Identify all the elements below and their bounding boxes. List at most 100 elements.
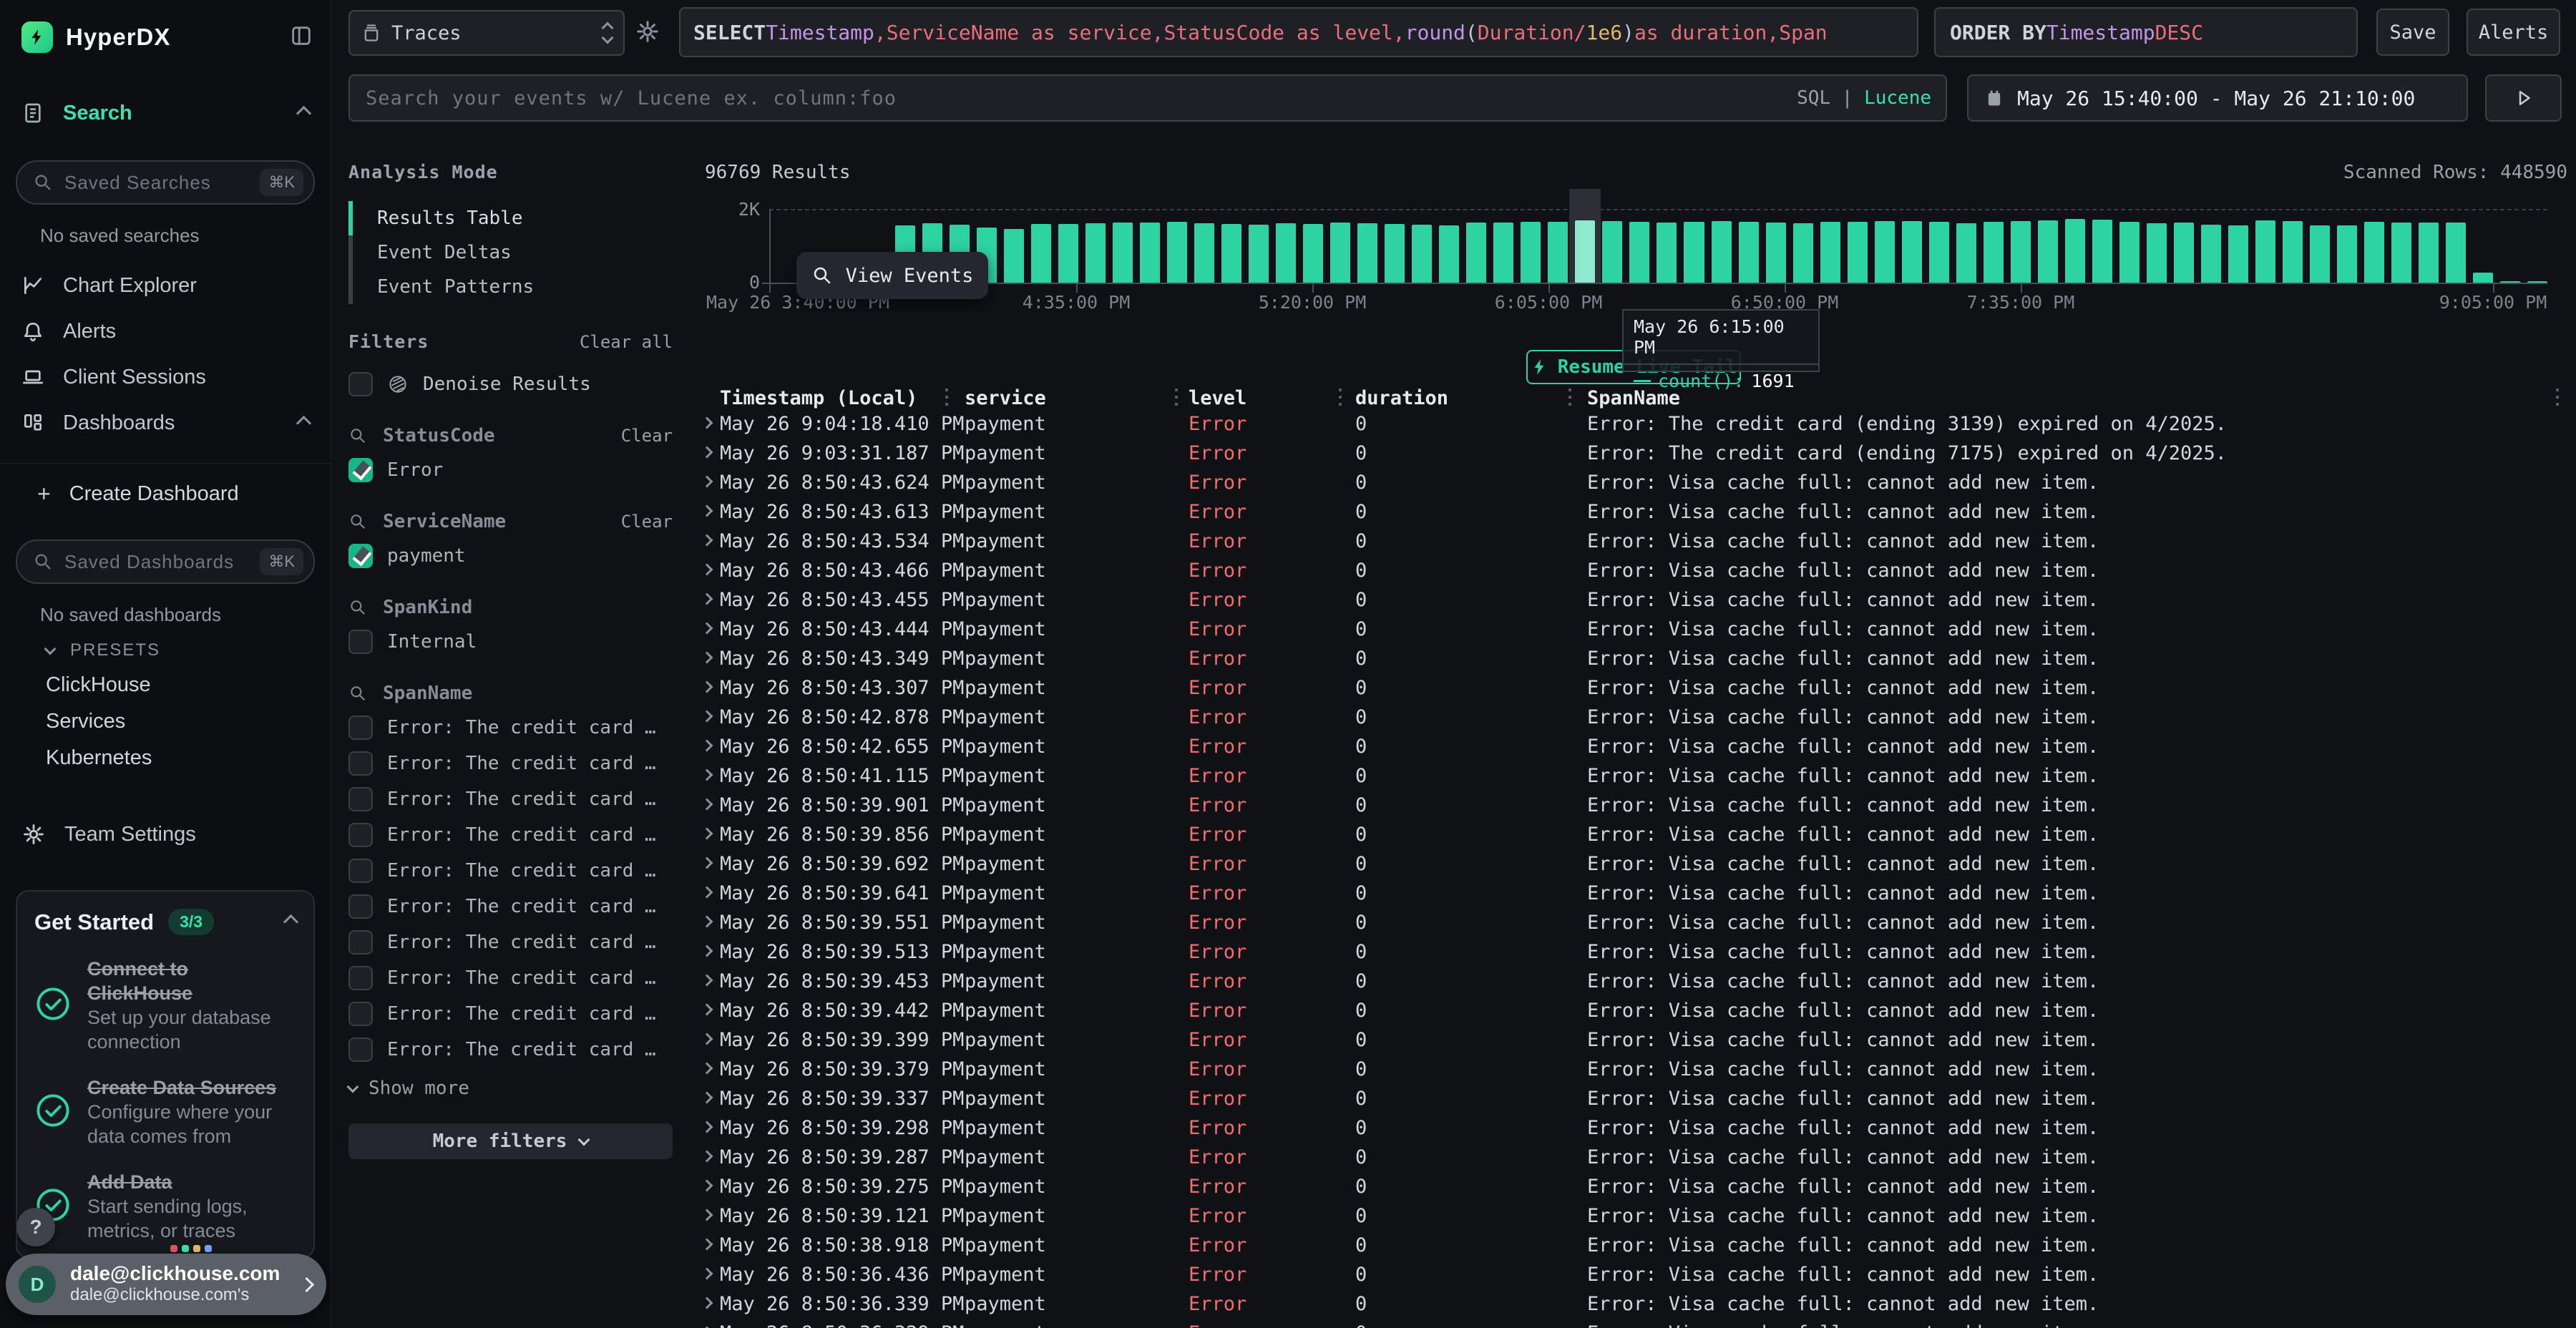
column-resize-handle[interactable] — [2556, 389, 2559, 409]
table-row[interactable]: May 26 9:03:31.187 PMpaymentError0Error:… — [694, 439, 2576, 469]
chart-bar[interactable] — [2391, 223, 2411, 283]
chart-bar[interactable] — [2038, 220, 2058, 283]
chart-bar[interactable] — [1820, 222, 1840, 283]
table-row[interactable]: May 26 8:50:39.121 PMpaymentError0Error:… — [694, 1202, 2576, 1231]
analysis-mode-event-deltas[interactable]: Event Deltas — [348, 235, 673, 270]
row-expand-chevron-icon[interactable] — [701, 740, 713, 752]
row-expand-chevron-icon[interactable] — [701, 769, 713, 781]
row-expand-chevron-icon[interactable] — [701, 593, 713, 605]
filter-item[interactable]: Error: The credit card … — [348, 751, 673, 776]
filter-clear-button[interactable]: Clear — [621, 512, 673, 532]
row-expand-chevron-icon[interactable] — [701, 711, 713, 723]
filter-item[interactable]: Error: The credit card … — [348, 716, 673, 740]
user-menu[interactable]: D dale@clickhouse.com dale@clickhouse.co… — [6, 1254, 326, 1315]
row-expand-chevron-icon[interactable] — [701, 652, 713, 664]
table-row[interactable]: May 26 8:50:43.534 PMpaymentError0Error:… — [694, 527, 2576, 557]
row-expand-chevron-icon[interactable] — [701, 1151, 713, 1163]
filter-item[interactable]: Error — [348, 458, 673, 482]
table-row[interactable]: May 26 8:50:39.641 PMpaymentError0Error:… — [694, 879, 2576, 909]
sidebar-item-search[interactable]: Search — [0, 90, 331, 136]
column-resize-handle[interactable] — [1339, 389, 1342, 409]
table-row[interactable]: May 26 8:50:39.453 PMpaymentError0Error:… — [694, 967, 2576, 997]
row-expand-chevron-icon[interactable] — [701, 1004, 713, 1016]
chart-bar[interactable] — [1466, 223, 1486, 283]
checkbox-checked[interactable] — [348, 458, 373, 482]
filter-item[interactable]: Error: The credit card … — [348, 894, 673, 919]
row-expand-chevron-icon[interactable] — [701, 887, 713, 899]
checkbox[interactable] — [348, 894, 373, 919]
column-header-level[interactable]: level — [1189, 387, 1246, 409]
chart-bar[interactable] — [2228, 225, 2248, 283]
chart-bar[interactable] — [1902, 221, 1922, 283]
row-expand-chevron-icon[interactable] — [701, 916, 713, 928]
row-expand-chevron-icon[interactable] — [701, 534, 713, 547]
table-row[interactable]: May 26 8:50:42.655 PMpaymentError0Error:… — [694, 733, 2576, 762]
chart-bar[interactable] — [1793, 223, 1813, 283]
clear-all-button[interactable]: Clear all — [580, 332, 673, 352]
chart-bar[interactable] — [2446, 223, 2466, 283]
table-row[interactable]: May 26 8:50:39.379 PMpaymentError0Error:… — [694, 1055, 2576, 1085]
analysis-mode-event-patterns[interactable]: Event Patterns — [348, 270, 673, 304]
table-row[interactable]: May 26 8:50:39.513 PMpaymentError0Error:… — [694, 938, 2576, 967]
table-row[interactable]: May 26 8:50:38.918 PMpaymentError0Error:… — [694, 1231, 2576, 1261]
preset-dashboard-clickhouse[interactable]: ClickHouse — [46, 673, 331, 697]
chart-bar[interactable] — [1167, 222, 1187, 283]
saved-searches-input[interactable]: Saved Searches ⌘K — [16, 160, 315, 205]
sidebar-item-dashboards[interactable]: Dashboards — [0, 400, 331, 446]
table-row[interactable]: May 26 8:50:39.692 PMpaymentError0Error:… — [694, 850, 2576, 879]
table-row[interactable]: May 26 8:50:36.339 PMpaymentError0Error:… — [694, 1290, 2576, 1319]
source-settings-gear-icon[interactable] — [635, 19, 660, 47]
chart-bar[interactable] — [1956, 223, 1976, 283]
alerts-button[interactable]: Alerts — [2467, 9, 2560, 56]
chart-bar[interactable] — [2283, 221, 2303, 283]
row-expand-chevron-icon[interactable] — [701, 446, 713, 459]
checkbox[interactable] — [348, 859, 373, 883]
row-expand-chevron-icon[interactable] — [701, 681, 713, 693]
checkbox[interactable] — [348, 966, 373, 990]
chart-bar[interactable] — [2419, 223, 2439, 283]
table-row[interactable]: May 26 9:04:18.410 PMpaymentError0Error:… — [694, 410, 2576, 439]
row-expand-chevron-icon[interactable] — [701, 828, 713, 840]
table-row[interactable]: May 26 8:50:39.551 PMpaymentError0Error:… — [694, 909, 2576, 938]
show-more-button[interactable]: Show more — [348, 1078, 673, 1099]
table-row[interactable]: May 26 8:50:41.115 PMpaymentError0Error:… — [694, 762, 2576, 791]
row-expand-chevron-icon[interactable] — [701, 1121, 713, 1133]
table-row[interactable]: May 26 8:50:43.466 PMpaymentError0Error:… — [694, 557, 2576, 586]
collapse-sidebar-icon[interactable] — [289, 24, 313, 52]
column-header-duration[interactable]: duration — [1355, 387, 1448, 409]
chart-bar[interactable] — [2364, 222, 2384, 283]
chart-bar[interactable] — [1085, 223, 1106, 283]
filter-item[interactable]: Error: The credit card … — [348, 1002, 673, 1026]
chart-bar[interactable] — [1330, 223, 1350, 283]
sidebar-item-chart-explorer[interactable]: Chart Explorer — [0, 263, 331, 308]
checkbox[interactable] — [348, 930, 373, 954]
chart-bar[interactable] — [1303, 224, 1323, 283]
query-language-toggle[interactable]: SQL | Lucene — [1797, 87, 1931, 109]
row-expand-chevron-icon[interactable] — [701, 857, 713, 869]
results-histogram[interactable] — [841, 202, 2547, 283]
sidebar-item-alerts[interactable]: Alerts — [0, 308, 331, 354]
analysis-mode-results-table[interactable]: Results Table — [348, 201, 673, 235]
create-dashboard-button[interactable]: + Create Dashboard — [0, 472, 331, 515]
chart-bar[interactable] — [1113, 223, 1133, 283]
checkbox-checked[interactable] — [348, 544, 373, 568]
table-row[interactable]: May 26 8:50:39.298 PMpaymentError0Error:… — [694, 1114, 2576, 1143]
row-expand-chevron-icon[interactable] — [701, 1063, 713, 1075]
column-header-service[interactable]: service — [965, 387, 1046, 409]
row-expand-chevron-icon[interactable] — [701, 1180, 713, 1192]
row-expand-chevron-icon[interactable] — [701, 1297, 713, 1309]
checkbox[interactable] — [348, 372, 373, 396]
sidebar-item-team-settings[interactable]: Team Settings — [0, 811, 331, 857]
row-expand-chevron-icon[interactable] — [701, 1209, 713, 1221]
row-expand-chevron-icon[interactable] — [701, 476, 713, 488]
chart-bar[interactable] — [1031, 224, 1051, 283]
chart-bar[interactable] — [1493, 223, 1513, 283]
row-expand-chevron-icon[interactable] — [701, 975, 713, 987]
saved-dashboards-input[interactable]: Saved Dashboards ⌘K — [16, 540, 315, 584]
chart-bar[interactable] — [2255, 220, 2275, 283]
column-resize-handle[interactable] — [1568, 389, 1571, 409]
filter-item[interactable]: payment — [348, 544, 673, 568]
run-query-button[interactable] — [2485, 74, 2562, 122]
chart-bar[interactable] — [1140, 223, 1160, 283]
table-row[interactable]: May 26 8:50:39.442 PMpaymentError0Error:… — [694, 997, 2576, 1026]
